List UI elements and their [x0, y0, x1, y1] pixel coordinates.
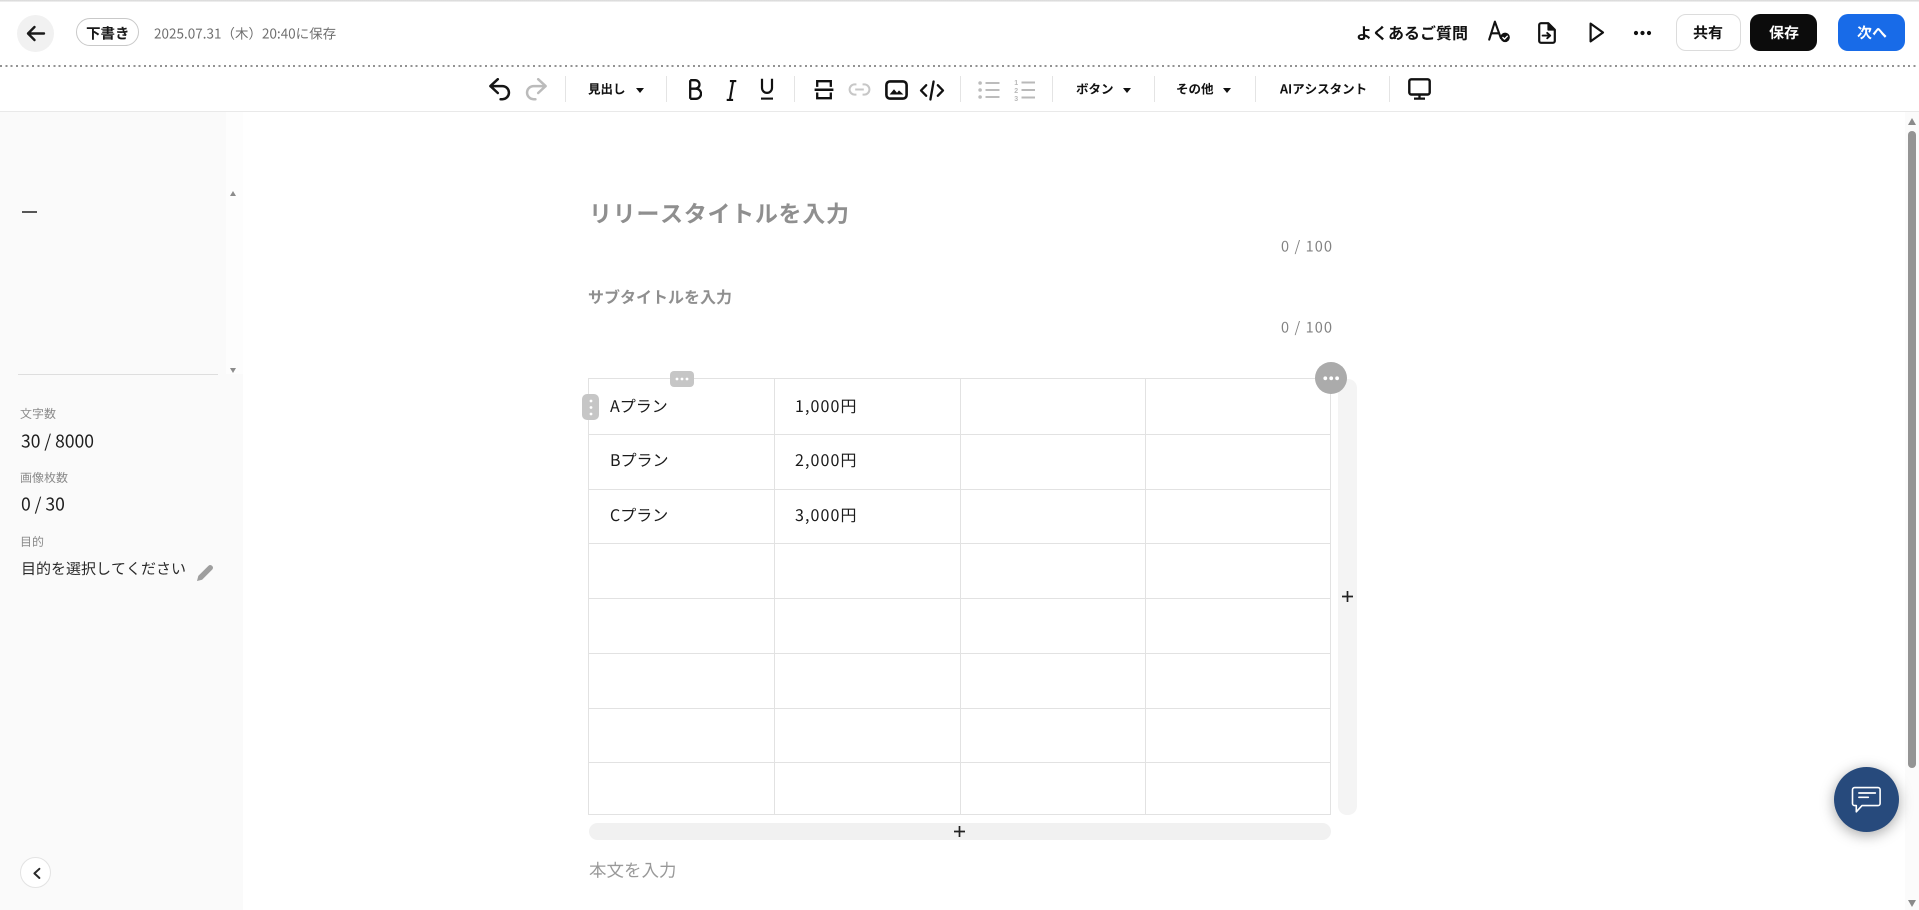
svg-text:2: 2	[1014, 88, 1018, 95]
svg-text:3: 3	[1014, 96, 1018, 101]
svg-text:1: 1	[1014, 80, 1018, 87]
